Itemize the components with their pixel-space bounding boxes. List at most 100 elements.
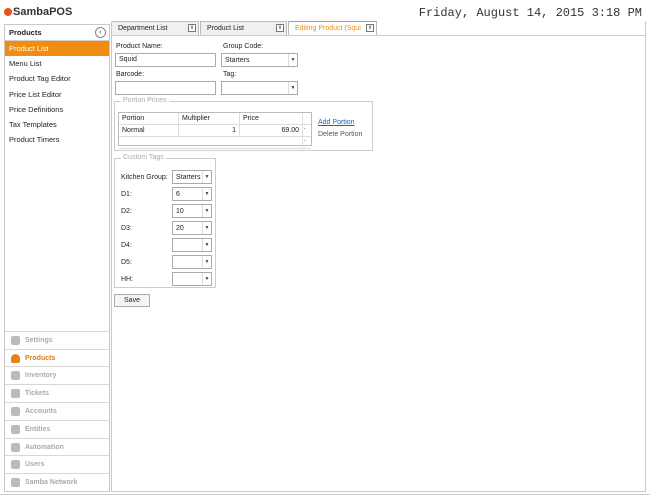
- add-portion-link[interactable]: Add Portion: [318, 119, 355, 126]
- chevron-down-icon: ▼: [202, 273, 211, 285]
- group-code-value: Starters: [225, 56, 250, 64]
- d5-select[interactable]: ▼: [172, 255, 212, 269]
- table-row[interactable]: Normal 1 69.00 -: [119, 125, 311, 137]
- module-label: Tickets: [25, 390, 49, 398]
- module-products[interactable]: Products: [5, 348, 109, 367]
- chevron-down-icon: ▼: [202, 171, 211, 183]
- module-label: Automation: [25, 443, 64, 451]
- grid-icon: [11, 424, 20, 434]
- barcode-field[interactable]: [115, 81, 216, 95]
- module-inventory[interactable]: Inventory: [5, 366, 109, 384]
- custom-tags-group: Custom Tags Kitchen Group: Starters ▼ D1…: [114, 154, 216, 288]
- d2-value: 10: [176, 207, 184, 215]
- module-label: Users: [25, 461, 45, 469]
- d3-value: 20: [176, 224, 184, 232]
- grid-scroll-cell: [303, 113, 311, 125]
- sidebar-item-product-tag-editor[interactable]: Product Tag Editor: [5, 71, 109, 86]
- calculator-icon: [11, 406, 20, 416]
- chevron-down-icon: ▼: [202, 188, 211, 200]
- chevron-down-icon: ▼: [202, 205, 211, 217]
- product-name-label: Product Name:: [116, 43, 163, 50]
- group-code-label: Group Code:: [223, 43, 264, 50]
- grid-header-row: Portion Multiplier Price: [119, 113, 311, 125]
- group-code-select[interactable]: Starters ▼: [221, 53, 298, 67]
- clock: Friday, August 14, 2015 3:18 PM: [418, 6, 642, 20]
- module-label: Inventory: [25, 372, 57, 380]
- kitchen-group-label: Kitchen Group:: [121, 174, 168, 181]
- module-entities[interactable]: Entities: [5, 419, 109, 438]
- user-icon: [11, 460, 20, 470]
- column-header-price[interactable]: Price: [240, 113, 303, 125]
- delete-portion-link[interactable]: Delete Portion: [318, 131, 362, 138]
- module-settings[interactable]: Settings: [5, 330, 109, 349]
- ticket-icon: [11, 389, 20, 399]
- sidebar-header: Products ‹: [5, 25, 109, 41]
- chevron-down-icon: ▼: [288, 82, 297, 94]
- sidebar-item-tax-templates[interactable]: Tax Templates: [5, 117, 109, 132]
- sidebar-item-price-definitions[interactable]: Price Definitions: [5, 102, 109, 117]
- module-list: Settings Products Inventory Tickets Acco…: [5, 330, 109, 491]
- module-label: Entities: [25, 425, 51, 433]
- cup-icon: [11, 353, 20, 363]
- module-label: Products: [25, 354, 56, 362]
- cell-empty[interactable]: [119, 137, 303, 149]
- module-accounts[interactable]: Accounts: [5, 402, 109, 420]
- sidebar: Products ‹ Product List Menu List Produc…: [4, 24, 110, 492]
- app-logo: SambaPOS: [4, 6, 72, 18]
- logo-icon: [4, 8, 12, 16]
- chevron-down-icon: ▼: [288, 54, 297, 66]
- module-tickets[interactable]: Tickets: [5, 384, 109, 402]
- product-editor: Product Name: Squid Group Code: Starters…: [111, 35, 646, 492]
- module-label: Accounts: [25, 407, 57, 415]
- sidebar-item-price-list-editor[interactable]: Price List Editor: [5, 87, 109, 102]
- chevron-down-icon: ▼: [202, 256, 211, 268]
- chevron-down-icon: ▼: [202, 239, 211, 251]
- barcode-label: Barcode:: [116, 71, 145, 78]
- product-name-field[interactable]: Squid: [115, 53, 216, 67]
- column-header-multiplier[interactable]: Multiplier: [179, 113, 240, 125]
- tag-label: Tag:: [223, 71, 237, 78]
- hh-select[interactable]: ▼: [172, 272, 212, 286]
- d2-select[interactable]: 10 ▼: [172, 204, 212, 218]
- d4-select[interactable]: ▼: [172, 238, 212, 252]
- cell-portion[interactable]: Normal: [119, 125, 179, 137]
- portion-prices-title: Portion Prices: [121, 97, 169, 104]
- d3-select[interactable]: 20 ▼: [172, 221, 212, 235]
- tag-select[interactable]: ▼: [221, 81, 298, 95]
- d3-label: D3:: [121, 225, 132, 232]
- d5-label: D5:: [121, 259, 132, 266]
- d1-label: D1:: [121, 191, 132, 198]
- module-samba-network[interactable]: Samba Network: [5, 473, 109, 491]
- status-bar: [0, 494, 650, 500]
- cell-price[interactable]: 69.00: [240, 125, 303, 137]
- logo-text: SambaPOS: [13, 6, 73, 18]
- module-automation[interactable]: Automation: [5, 437, 109, 456]
- hh-label: HH:: [121, 276, 134, 283]
- custom-tags-title: Custom Tags: [121, 154, 166, 161]
- d1-select[interactable]: 6 ▼: [172, 187, 212, 201]
- sidebar-item-product-timers[interactable]: Product Timers: [5, 132, 109, 147]
- title-bar: SambaPOS Friday, August 14, 2015 3:18 PM: [0, 0, 650, 22]
- sidebar-item-product-list[interactable]: Product List: [5, 41, 109, 57]
- portion-prices-group: Portion Prices Portion Multiplier Price …: [114, 97, 373, 151]
- portion-grid[interactable]: Portion Multiplier Price Normal 1 69.00 …: [118, 112, 312, 149]
- wand-icon: [11, 442, 20, 452]
- sidebar-title: Products: [9, 28, 42, 37]
- d4-label: D4:: [121, 242, 132, 249]
- kitchen-group-select[interactable]: Starters ▼: [172, 170, 212, 184]
- row-dash-icon: -: [303, 137, 311, 149]
- save-button[interactable]: Save: [114, 294, 150, 307]
- gear-icon: [11, 335, 20, 345]
- module-label: Settings: [25, 336, 53, 344]
- box-icon: [11, 371, 20, 381]
- back-icon[interactable]: ‹: [95, 27, 106, 38]
- column-header-portion[interactable]: Portion: [119, 113, 179, 125]
- module-label: Samba Network: [25, 479, 78, 487]
- chevron-down-icon: ▼: [202, 222, 211, 234]
- module-users[interactable]: Users: [5, 455, 109, 473]
- globe-icon: [11, 478, 20, 488]
- row-dash-icon: -: [303, 125, 311, 137]
- sidebar-item-menu-list[interactable]: Menu List: [5, 56, 109, 71]
- cell-multiplier[interactable]: 1: [179, 125, 240, 137]
- new-row[interactable]: -: [119, 137, 311, 149]
